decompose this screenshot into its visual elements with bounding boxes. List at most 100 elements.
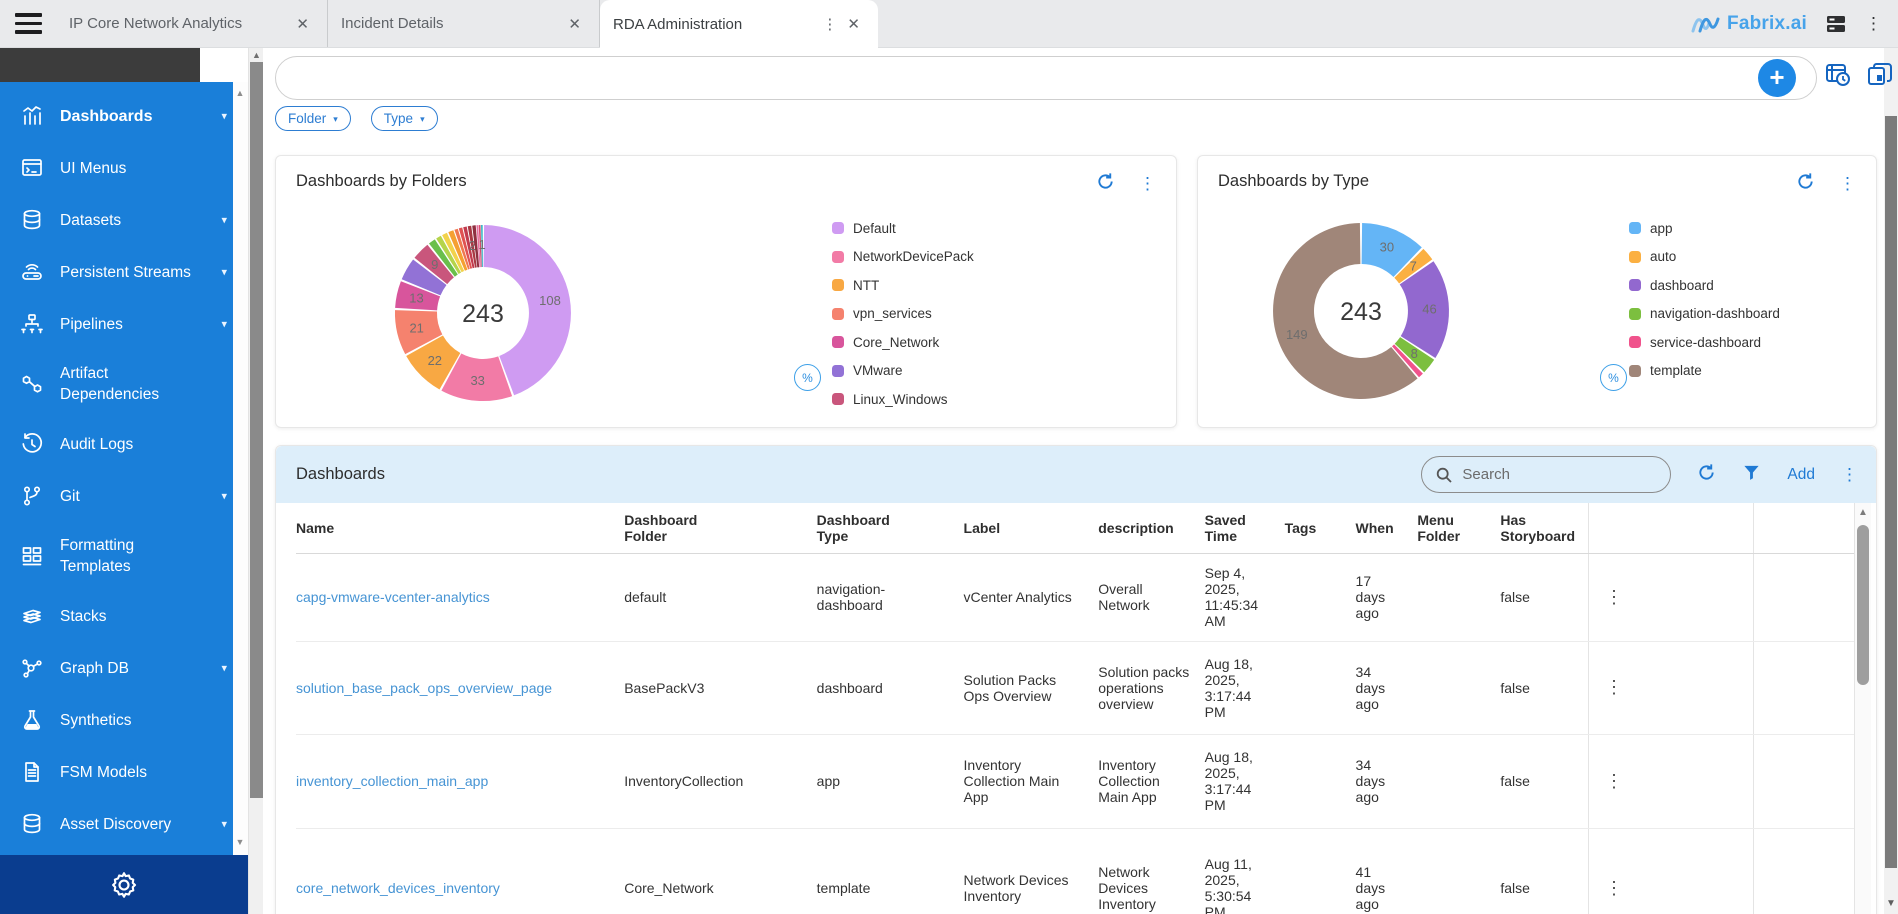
table-refresh-icon[interactable] [1697,463,1716,487]
column-header-when[interactable]: When [1356,503,1418,553]
sidebar-item-formatting-templates[interactable]: Formatting Templates [0,522,233,590]
window-kebab-icon[interactable]: ⋮ [1865,14,1882,34]
sidebar-item-git[interactable]: Git▾ [0,470,233,522]
cell-tags [1285,734,1356,828]
types-donut-chart[interactable]: 307468149243 [1198,156,1558,429]
sidebar-item-persistent-streams[interactable]: Persistent Streams▾ [0,246,233,298]
table-search-input[interactable] [1462,466,1642,483]
filter-chip-type[interactable]: Type▾ [371,106,438,131]
sidebar-item-ui-menus[interactable]: UI Menus [0,142,233,194]
left-pane-scrollbar-thumb[interactable] [250,62,263,798]
folders-donut-chart[interactable]: 10833222113921243 [276,156,696,429]
tab-close-icon[interactable]: ✕ [843,13,864,35]
global-search-input[interactable] [296,59,1736,97]
sidebar-item-synthetics[interactable]: Synthetics [0,694,233,746]
tab-close-icon[interactable]: ✕ [564,13,585,35]
sidebar-item-fsm-models[interactable]: FSM Models [0,746,233,798]
column-header-saved-time[interactable]: Saved Time [1205,503,1285,553]
sidebar-item-pipelines[interactable]: Pipelines▾ [0,298,233,350]
page-scrollbar[interactable]: ▼ [1884,48,1898,914]
card-kebab-icon[interactable]: ⋮ [1839,174,1856,194]
legend-item-networkdevicepack[interactable]: NetworkDevicePack [832,243,1062,272]
chevron-down-icon: ▾ [221,818,227,831]
legend-item-dashboard[interactable]: dashboard [1629,271,1859,300]
sidebar-item-artifact-dependencies[interactable]: Artifact Dependencies [0,350,233,418]
legend-swatch [832,365,844,377]
legend-item-template[interactable]: template [1629,357,1859,386]
column-header-label[interactable]: Label [964,503,1099,553]
sidebar-item-audit-logs[interactable]: Audit Logs [0,418,233,470]
column-header-description[interactable]: description [1098,503,1204,553]
percent-toggle-button[interactable]: % [1600,364,1627,391]
row-kebab-icon[interactable]: ⋮ [1605,587,1623,607]
sidebar-item-asset-discovery[interactable]: Asset Discovery ▾ [0,798,233,850]
legend-item-app[interactable]: app [1629,214,1859,243]
tab-rda-administration[interactable]: RDA Administration⋮✕ [600,0,878,48]
column-header-tags[interactable]: Tags [1285,503,1356,553]
row-kebab-icon[interactable]: ⋮ [1605,878,1623,898]
hamburger-menu-icon[interactable] [0,0,56,47]
column-header-dashboard-folder[interactable]: Dashboard Folder [624,503,816,553]
add-dashboard-fab[interactable]: + [1758,59,1796,97]
dashboard-link[interactable]: capg-vmware-vcenter-analytics [296,589,490,605]
legend-swatch [832,336,844,348]
table-scrollbar[interactable]: ▲ [1854,503,1871,914]
legend-item-vpn-services[interactable]: vpn_services [832,300,1062,329]
legend-item-core-network[interactable]: Core_Network [832,328,1062,357]
legend-item-vmware[interactable]: VMware [832,357,1062,386]
cell-dashboard-type: dashboard [817,641,964,734]
sidebar-item-dashboards[interactable]: Dashboards▾ [0,90,233,142]
refresh-icon[interactable] [1096,172,1115,196]
cell-description: Overall Network [1098,553,1204,641]
sidebar-item-label: Persistent Streams [60,262,191,283]
tab-kebab-icon[interactable]: ⋮ [816,15,843,33]
page-scroll-down-icon[interactable]: ▼ [1884,898,1898,909]
tab-incident-details[interactable]: Incident Details✕ [328,0,600,47]
tab-label: IP Core Network Analytics [69,15,242,32]
table-kebab-icon[interactable]: ⋮ [1841,465,1858,485]
sidebar-scroll-up-icon[interactable]: ▲ [235,88,245,98]
persistent-streams-icon [18,259,46,285]
cell-when: 34 days ago [1356,641,1418,734]
sidebar-scroll-down-icon[interactable]: ▼ [235,837,245,847]
graph-db-icon [18,655,46,681]
legend-item-navigation-dashboard[interactable]: navigation-dashboard [1629,300,1859,329]
percent-toggle-button[interactable]: % [794,364,821,391]
report-schedule-icon[interactable] [1825,62,1851,88]
dashboard-link[interactable]: core_network_devices_inventory [296,880,500,896]
filter-funnel-icon[interactable] [1742,463,1761,487]
tab-close-icon[interactable]: ✕ [292,13,313,35]
table-scrollbar-thumb[interactable] [1857,525,1869,685]
sidebar-scrollbar[interactable]: ▲ ▼ [233,82,248,855]
tab-ip-core-network-analytics[interactable]: IP Core Network Analytics ✕ [56,0,328,47]
legend-item-auto[interactable]: auto [1629,243,1859,272]
legend-item-ntt[interactable]: NTT [832,271,1062,300]
table-scroll-up-icon[interactable]: ▲ [1855,507,1871,518]
card-kebab-icon[interactable]: ⋮ [1139,174,1156,194]
legend-item-default[interactable]: Default [832,214,1062,243]
page-scrollbar-thumb[interactable] [1885,116,1897,868]
column-header-has-storyboard[interactable]: Has Storyboard [1500,503,1588,553]
column-header-menu-folder[interactable]: Menu Folder [1417,503,1500,553]
refresh-icon[interactable] [1796,172,1815,196]
table-search-bar [1421,456,1671,493]
column-header-dashboard-type[interactable]: Dashboard Type [817,503,964,553]
legend-item-linux-windows[interactable]: Linux_Windows [832,385,1062,414]
left-pane-scrollbar[interactable]: ▲ [248,48,263,914]
table-add-button[interactable]: Add [1787,466,1815,484]
column-header-name[interactable]: Name [296,503,624,553]
legend-item-service-dashboard[interactable]: service-dashboard [1629,328,1859,357]
row-kebab-icon[interactable]: ⋮ [1605,771,1623,791]
left-pane-scroll-up-icon[interactable]: ▲ [249,50,264,60]
dashboard-link[interactable]: solution_base_pack_ops_overview_page [296,680,552,696]
dashboard-link[interactable]: inventory_collection_main_app [296,773,488,789]
row-kebab-icon[interactable]: ⋮ [1605,677,1623,697]
sidebar-item-stacks[interactable]: Stacks [0,590,233,642]
filter-chip-folder[interactable]: Folder▾ [275,106,351,131]
sidebar-item-label: Asset Discovery [60,814,171,835]
sidebar-item-datasets[interactable]: Datasets▾ [0,194,233,246]
sidebar-settings-footer[interactable] [0,855,248,914]
dashboard-copy-icon[interactable] [1867,62,1893,88]
sidebar-item-graph-db[interactable]: Graph DB▾ [0,642,233,694]
server-stack-icon[interactable] [1825,14,1847,34]
